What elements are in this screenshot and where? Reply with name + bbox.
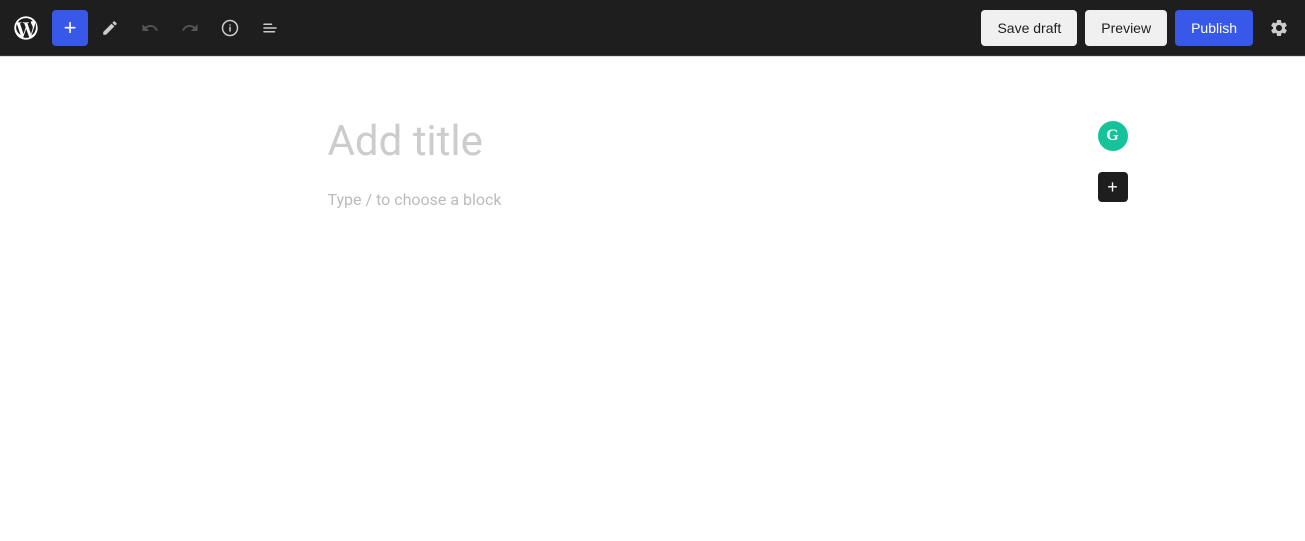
toolbar: + [0, 0, 1305, 56]
list-icon [261, 19, 279, 37]
add-block-button[interactable]: + [52, 10, 88, 46]
toolbar-right-group: Save draft Preview Publish [981, 10, 1297, 46]
block-placeholder[interactable]: Type / to choose a block [328, 190, 978, 209]
redo-button[interactable] [172, 10, 208, 46]
editor-area: Add title Type / to choose a block G + [328, 117, 978, 541]
save-draft-button[interactable]: Save draft [981, 10, 1077, 46]
info-button[interactable] [212, 10, 248, 46]
title-placeholder[interactable]: Add title [328, 117, 978, 166]
grammarly-icon: G [1098, 121, 1128, 151]
grammarly-logo: G [1106, 127, 1118, 145]
redo-icon [181, 19, 199, 37]
content-area: Add title Type / to choose a block G + [0, 57, 1305, 541]
settings-icon [1269, 18, 1289, 38]
toolbar-left-group: + [52, 10, 288, 46]
undo-icon [141, 19, 159, 37]
info-icon [221, 19, 239, 37]
add-block-floating-button[interactable]: + [1098, 172, 1128, 202]
pencil-icon [101, 19, 119, 37]
tools-button[interactable] [92, 10, 128, 46]
preview-button[interactable]: Preview [1085, 10, 1167, 46]
settings-button[interactable] [1261, 10, 1297, 46]
undo-button[interactable] [132, 10, 168, 46]
list-view-button[interactable] [252, 10, 288, 46]
wordpress-logo[interactable] [8, 10, 44, 46]
publish-button[interactable]: Publish [1175, 10, 1253, 46]
